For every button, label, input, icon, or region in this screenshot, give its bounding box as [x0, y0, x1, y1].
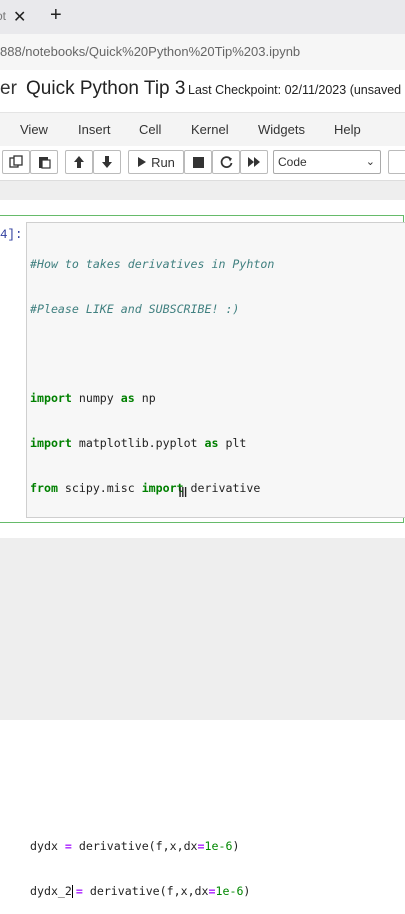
copy-icon [9, 155, 23, 168]
restart-kernel-button[interactable] [212, 150, 240, 174]
menu-bar: View Insert Cell Kernel Widgets Help [0, 112, 405, 148]
restart-run-all-button[interactable] [240, 150, 268, 174]
menu-insert[interactable]: Insert [78, 122, 111, 137]
code-line-15: dydx_2 = derivative(f,x,dx=1e-6) [30, 884, 251, 899]
menu-widgets[interactable]: Widgets [258, 122, 305, 137]
menu-view[interactable]: View [20, 122, 48, 137]
notebook-header: er Quick Python Tip 3 Last Checkpoint: 0… [0, 70, 405, 112]
cell-type-select[interactable]: Code ⌄ [273, 150, 381, 174]
fast-forward-icon [248, 157, 260, 167]
browser-tab-bar: ot ✕ + [0, 0, 405, 34]
arrow-up-icon [74, 156, 84, 168]
notebook-title[interactable]: Quick Python Tip 3 [26, 78, 185, 100]
arrow-down-icon [102, 156, 112, 168]
move-up-button[interactable] [65, 150, 93, 174]
command-palette-button[interactable] [388, 150, 405, 174]
menu-kernel[interactable]: Kernel [191, 122, 229, 137]
code-line-2: #Please LIKE and SUBSCRIBE! :) [30, 301, 240, 316]
interrupt-kernel-button[interactable] [184, 150, 212, 174]
copy-cell-button[interactable] [2, 150, 30, 174]
mouse-ibeam-cursor-icon: Ⅲ [178, 484, 188, 500]
cell-type-value: Code [278, 155, 307, 169]
toolbar-divider [0, 180, 405, 201]
jupyter-logo-text[interactable]: er [0, 78, 17, 100]
chevron-down-icon: ⌄ [365, 156, 375, 168]
notebook-background [0, 538, 405, 720]
paste-cell-button[interactable] [30, 150, 58, 174]
tab-close-icon[interactable]: ✕ [13, 7, 26, 27]
restart-icon [220, 155, 232, 168]
run-label: Run [151, 154, 175, 170]
stop-icon [192, 156, 204, 168]
paste-icon [39, 157, 51, 169]
run-button[interactable]: Run [128, 150, 184, 174]
url-text[interactable]: 888/notebooks/Quick%20Python%20Tip%203.i… [0, 44, 300, 59]
checkpoint-status: Last Checkpoint: 02/11/2023 (unsaved [188, 83, 402, 97]
menu-cell[interactable]: Cell [139, 122, 161, 137]
address-bar[interactable]: 888/notebooks/Quick%20Python%20Tip%203.i… [0, 34, 405, 71]
code-line-5: import matplotlib.pyplot as plt [30, 436, 247, 451]
code-line-4: import numpy as np [30, 391, 156, 406]
code-line-6: from scipy.misc import derivative [30, 480, 261, 495]
notebook-toolbar: Run Code ⌄ [0, 146, 405, 180]
code-line-14: dydx = derivative(f,x,dx=1e-6) [30, 839, 240, 854]
move-down-button[interactable] [93, 150, 121, 174]
play-icon [138, 157, 147, 167]
menu-help[interactable]: Help [334, 122, 361, 137]
new-tab-icon[interactable]: + [50, 4, 62, 27]
cell-input-prompt: 4]: [0, 228, 23, 242]
code-line-1: #How to takes derivatives in Pyhton [30, 257, 275, 271]
text-cursor [71, 885, 73, 899]
tab-title[interactable]: ot [0, 9, 6, 23]
